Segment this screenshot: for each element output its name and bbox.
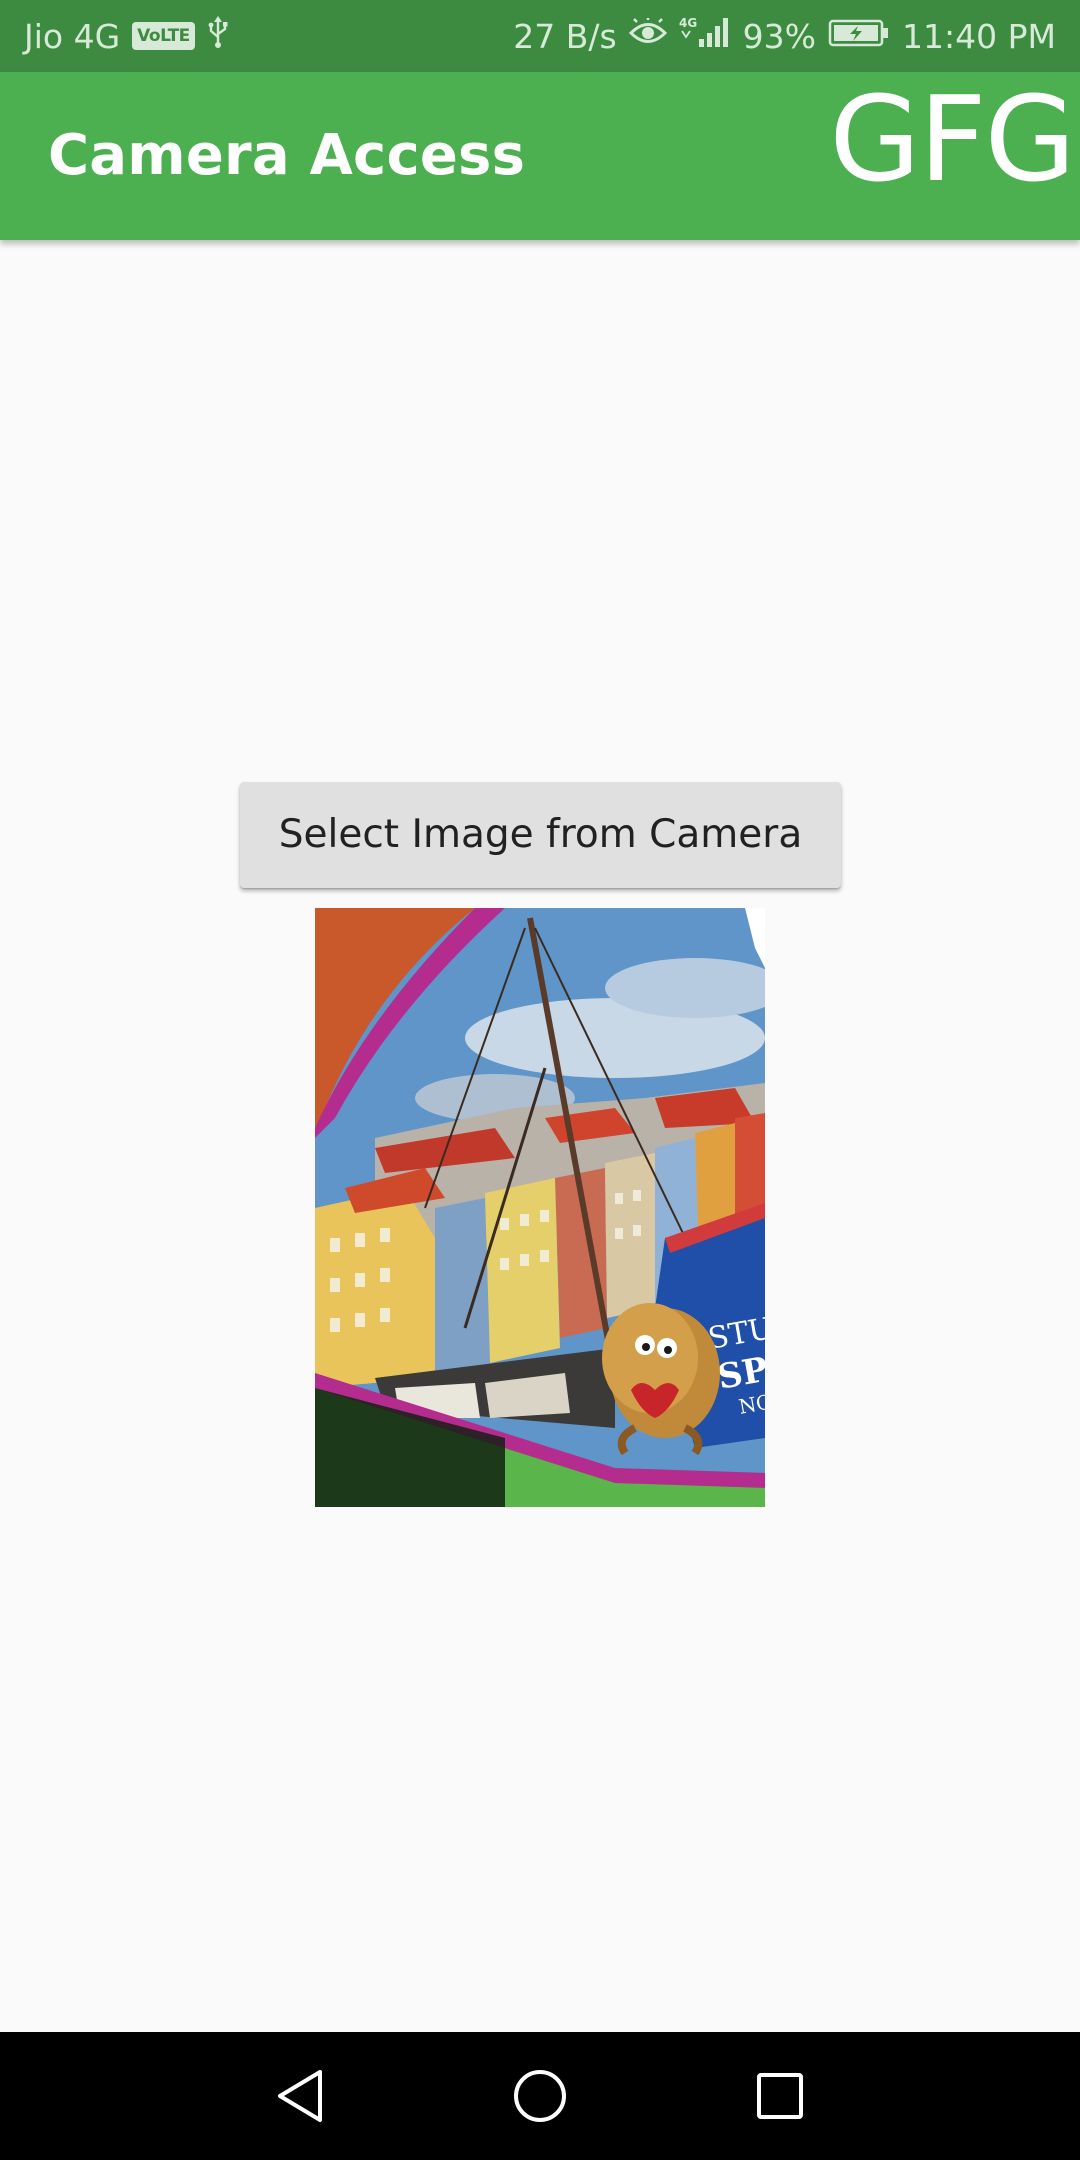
home-icon [514, 2070, 566, 2122]
clock: 11:40 PM [902, 16, 1056, 56]
status-left: Jio 4G VoLTE [24, 15, 229, 57]
select-image-button[interactable]: Select Image from Camera [240, 782, 841, 888]
battery-percent: 93% [742, 16, 817, 56]
brand-label: GFG [829, 70, 1076, 208]
app-bar: Camera Access GFG [0, 72, 1080, 240]
back-button[interactable] [260, 2056, 340, 2136]
nav-bar [0, 2032, 1080, 2160]
signal-icon: 4G [679, 15, 731, 57]
recents-button[interactable] [740, 2056, 820, 2136]
app-title: Camera Access [48, 123, 526, 188]
status-right: 27 B/s 4G 93% 11:40 PM [513, 15, 1056, 57]
captured-image: STUD SPO NOT [315, 908, 765, 1507]
battery-charging-icon [828, 17, 890, 56]
volte-badge: VoLTE [132, 22, 195, 50]
eye-icon [628, 16, 667, 56]
home-button[interactable] [500, 2056, 580, 2136]
network-type-label: 4G [679, 16, 697, 30]
screen: Jio 4G VoLTE 27 B/s 4G 93% 11:40 PM Came… [0, 0, 1080, 2160]
back-icon [278, 2070, 322, 2122]
usb-icon [207, 15, 229, 57]
status-bar: Jio 4G VoLTE 27 B/s 4G 93% 11:40 PM [0, 0, 1080, 72]
recents-icon [757, 2073, 803, 2119]
network-speed: 27 B/s [513, 16, 617, 56]
carrier-label: Jio 4G [24, 16, 121, 56]
